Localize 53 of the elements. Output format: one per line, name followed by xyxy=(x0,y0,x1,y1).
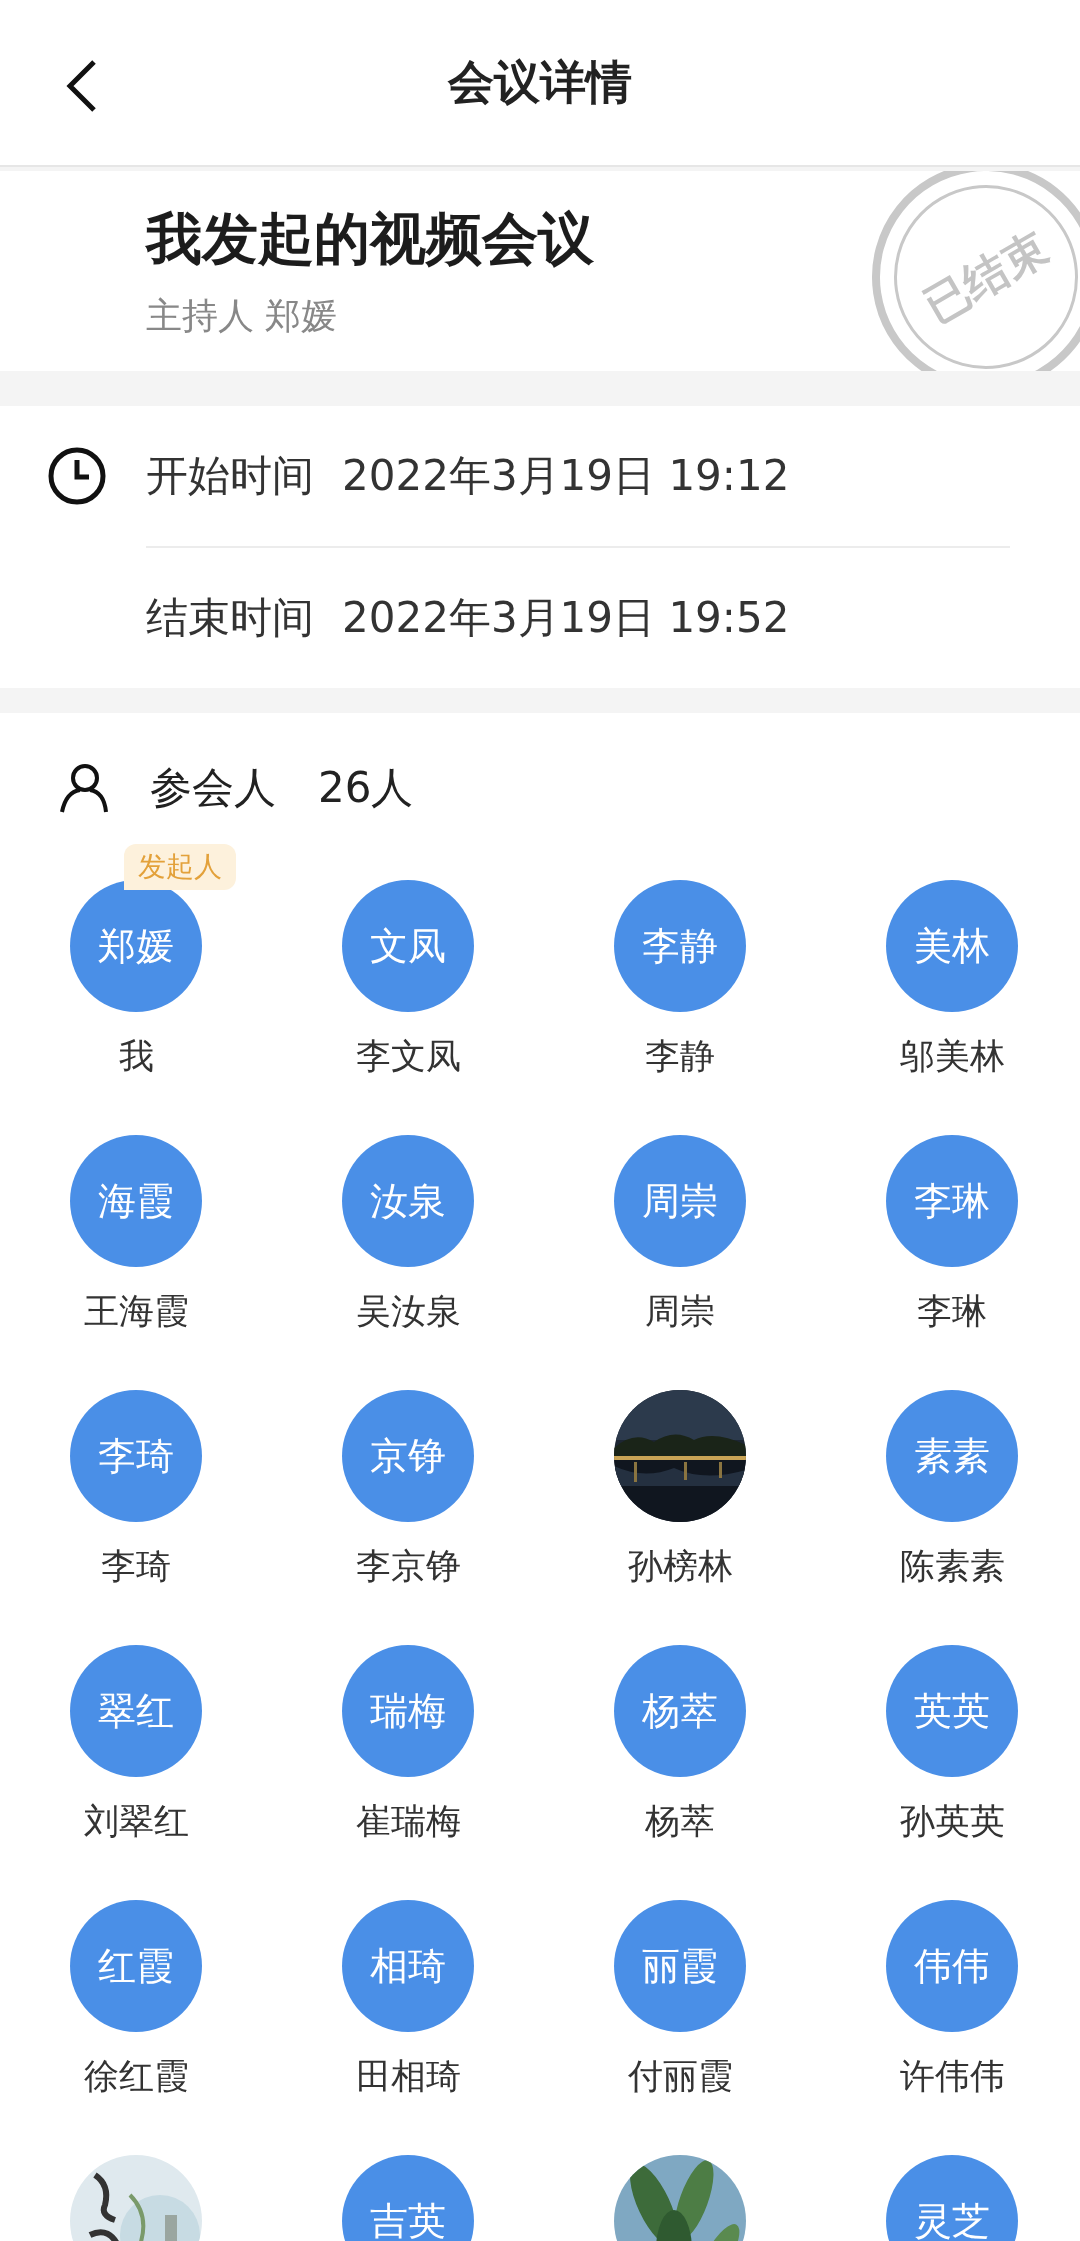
time-label: 结束时间 xyxy=(146,592,314,644)
participant-name: 徐红霞 xyxy=(83,2056,189,2096)
avatar[interactable]: 丽霞 xyxy=(614,1900,746,2032)
avatar[interactable]: 红霞 xyxy=(70,1900,202,2032)
avatar[interactable]: 海霞 xyxy=(70,1135,202,1267)
participant-name: 付丽霞 xyxy=(627,2056,733,2096)
avatar[interactable]: 相琦 xyxy=(342,1900,474,2032)
participant-name: 我 xyxy=(118,1036,154,1076)
avatar[interactable]: 汝泉 xyxy=(342,1135,474,1267)
avatar[interactable]: 郑媛 xyxy=(70,880,202,1012)
avatar[interactable]: 翠红 xyxy=(70,1645,202,1777)
avatar[interactable]: 瑞梅 xyxy=(342,1645,474,1777)
person-icon xyxy=(58,762,110,814)
participant-name: 李京铮 xyxy=(355,1546,461,1586)
host-text: 主持人 郑媛 xyxy=(146,293,338,338)
page-title: 会议详情 xyxy=(448,53,632,111)
avatar[interactable]: 素素 xyxy=(886,1390,1018,1522)
participant-name: 崔瑞梅 xyxy=(355,1801,461,1841)
time-label: 开始时间 xyxy=(146,450,314,502)
participant-name: 孙英英 xyxy=(899,1801,1005,1841)
avatar[interactable]: 吉英 xyxy=(342,2155,474,2241)
time-value: 2022年3月19日 19:52 xyxy=(342,592,790,644)
participant-name: 许伟伟 xyxy=(899,2056,1005,2096)
participant-name: 邬美林 xyxy=(899,1036,1005,1076)
avatar[interactable]: 李静 xyxy=(614,880,746,1012)
participants-label: 参会人 xyxy=(150,762,276,814)
participant-name: 李琦 xyxy=(101,1546,171,1586)
participant-name: 田相琦 xyxy=(355,2056,461,2096)
participant-name: 李琳 xyxy=(917,1291,987,1331)
avatar[interactable]: 李琦 xyxy=(70,1390,202,1522)
clock-icon xyxy=(47,446,107,506)
participant-name: 李静 xyxy=(645,1036,715,1076)
avatar[interactable]: 文凤 xyxy=(342,880,474,1012)
participant-name: 李文凤 xyxy=(355,1036,461,1076)
avatar[interactable]: 灵芝 xyxy=(886,2155,1018,2241)
avatar[interactable]: 京铮 xyxy=(342,1390,474,1522)
participant-name: 孙榜林 xyxy=(627,1546,733,1586)
participant-name: 刘翠红 xyxy=(83,1801,189,1841)
avatar[interactable]: 英英 xyxy=(886,1645,1018,1777)
participant-name: 陈素素 xyxy=(899,1546,1005,1586)
avatar[interactable]: 周崇 xyxy=(614,1135,746,1267)
initiator-badge: 发起人 xyxy=(124,844,236,890)
avatar[interactable]: 杨萃 xyxy=(614,1645,746,1777)
avatar[interactable]: 伟伟 xyxy=(886,1900,1018,2032)
participant-name: 周崇 xyxy=(645,1291,715,1331)
time-value: 2022年3月19日 19:12 xyxy=(342,450,790,502)
meeting-title: 我发起的视频会议 xyxy=(146,206,594,272)
participant-name: 王海霞 xyxy=(83,1291,189,1331)
participant-name: 吴汝泉 xyxy=(355,1291,461,1331)
participant-count: 26人 xyxy=(318,762,414,814)
participant-name: 杨萃 xyxy=(645,1801,715,1841)
avatar[interactable]: 美林 xyxy=(886,880,1018,1012)
avatar[interactable]: 李琳 xyxy=(886,1135,1018,1267)
